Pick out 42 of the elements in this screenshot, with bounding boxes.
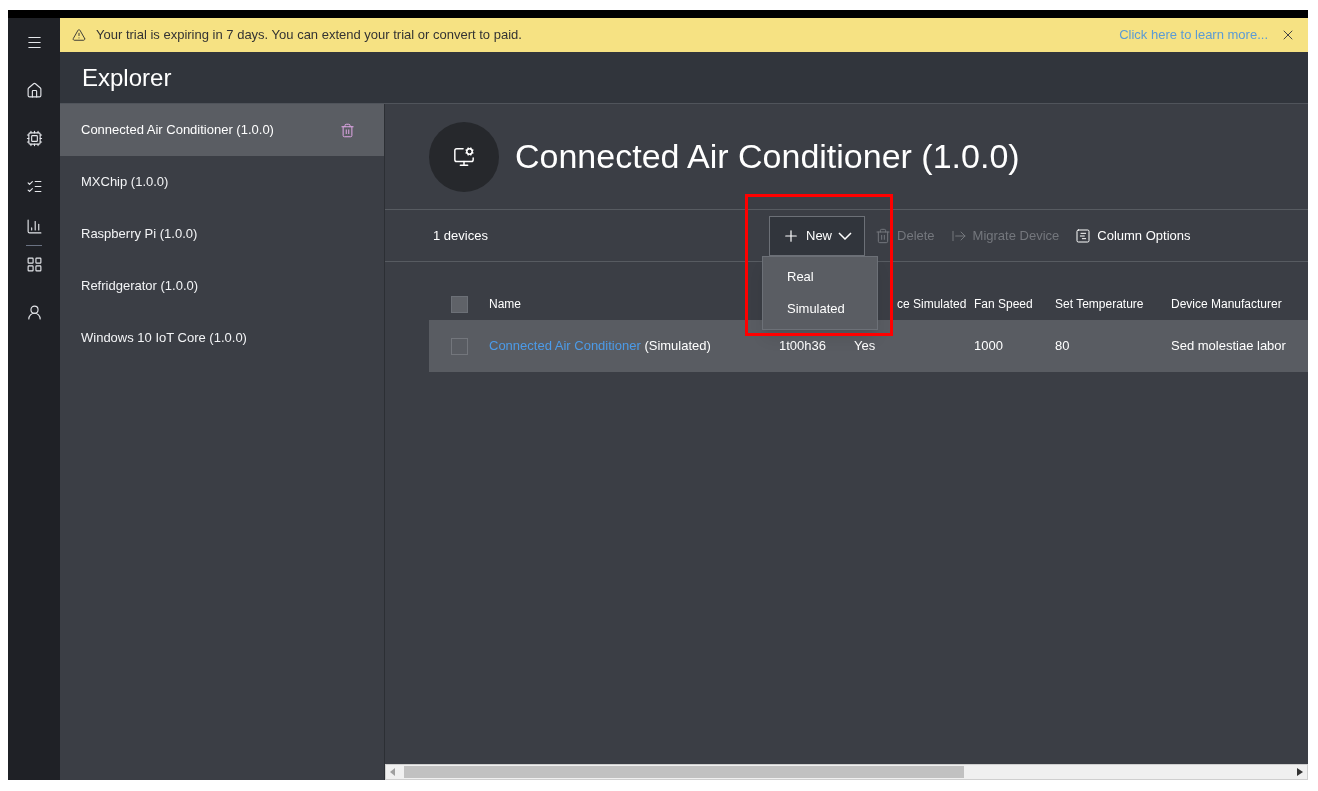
column-header: Name [489,297,521,311]
sidebar-item[interactable]: Windows 10 IoT Core (1.0.0) [60,312,384,364]
chart-icon[interactable] [25,218,43,235]
column-header: Device Manufacturer [1171,297,1282,311]
menu-item[interactable]: Real [763,260,877,293]
scroll-thumb[interactable] [404,766,964,778]
toolbar-button[interactable]: Column Options [1075,225,1191,246]
menu-icon[interactable] [25,34,43,51]
new-button[interactable]: New [769,215,865,256]
sidebar-item[interactable]: MXChip (1.0.0) [60,156,384,208]
chip-icon[interactable] [25,130,43,147]
column-header: Fan Speed [974,297,1033,311]
warning-icon [72,28,86,42]
sidebar-item[interactable]: Raspberry Pi (1.0.0) [60,208,384,260]
template-title: Connected Air Conditioner (1.0.0) [515,136,1020,177]
grid-icon[interactable] [25,256,43,273]
select-all-checkbox[interactable] [450,295,468,313]
sidebar-item[interactable]: Refridgerator (1.0.0) [60,260,384,312]
table-cell: 1000 [974,338,1003,354]
scroll-right-icon[interactable] [1297,768,1303,776]
chevron-icon [838,231,852,240]
table-cell: 80 [1055,338,1070,354]
table-cell: 1t00h36 [779,338,826,354]
page-title: Explorer [82,62,172,93]
trash-icon[interactable] [340,122,355,138]
home-icon[interactable] [25,82,43,99]
table-cell: Connected Air Conditioner (Simulated) [489,338,711,354]
person-icon[interactable] [25,304,43,321]
column-header: Set Temperature [1055,297,1144,311]
trash-icon [875,227,891,244]
horizontal-scrollbar[interactable] [385,764,1308,780]
table-row[interactable]: Connected Air Conditioner (Simulated) 1t00h36 Yes 1000 80 Sed molestiae labor [429,320,1308,372]
checklist-icon[interactable] [25,178,43,195]
row-checkbox[interactable] [450,337,468,355]
monitor-icon [453,145,475,168]
columns-icon [1075,227,1092,244]
table-cell: Sed molestiae labor [1171,338,1286,354]
table-cell: Yes [854,338,876,354]
sidebar-item[interactable]: Connected Air Conditioner (1.0.0) [60,104,384,156]
banner-message: Your trial is expiring in 7 days. You can extend your trial or convert to paid. [96,26,522,45]
column-header: ce Simulated [897,297,967,311]
device-count: 1 devices [433,226,489,245]
